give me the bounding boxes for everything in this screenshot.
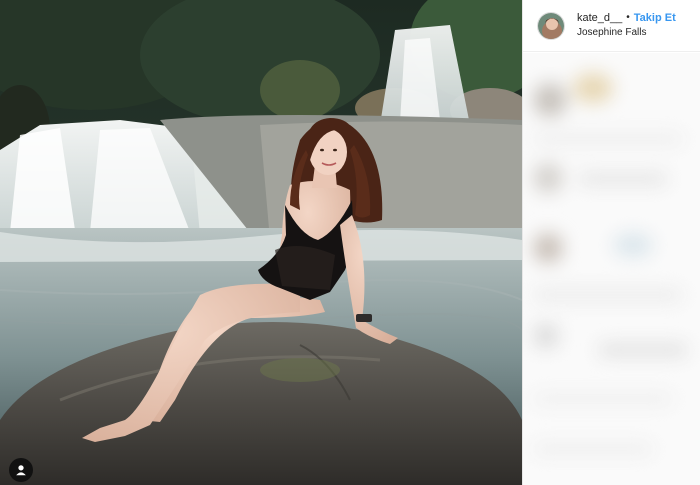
post-header: kate_d__ • Takip Et Josephine Falls bbox=[523, 0, 700, 52]
blurred-avatar bbox=[533, 83, 567, 117]
blurred-emoji bbox=[613, 233, 653, 257]
blurred-avatar bbox=[533, 323, 559, 349]
separator-dot: • bbox=[626, 12, 630, 23]
user-tag-icon bbox=[16, 465, 26, 476]
blur-layer bbox=[523, 53, 700, 485]
header-text: kate_d__ • Takip Et Josephine Falls bbox=[577, 11, 676, 40]
photo-image bbox=[0, 0, 522, 485]
blurred-comments-area bbox=[523, 53, 700, 485]
blurred-text bbox=[578, 173, 668, 185]
post-photo[interactable] bbox=[0, 0, 522, 485]
username-link[interactable]: kate_d__ bbox=[577, 11, 622, 25]
blurred-text bbox=[533, 133, 683, 145]
blurred-text bbox=[533, 443, 653, 455]
follow-button[interactable]: Takip Et bbox=[634, 11, 676, 25]
avatar-image bbox=[538, 12, 564, 39]
avatar[interactable] bbox=[537, 11, 565, 40]
blurred-emoji bbox=[573, 73, 613, 103]
blurred-avatar bbox=[533, 163, 563, 193]
post-side-panel: kate_d__ • Takip Et Josephine Falls bbox=[522, 0, 700, 485]
blurred-text bbox=[533, 288, 683, 302]
tagged-users-button[interactable] bbox=[9, 458, 33, 482]
location-link[interactable]: Josephine Falls bbox=[577, 26, 676, 40]
blurred-text bbox=[533, 393, 673, 405]
blurred-text bbox=[598, 343, 688, 357]
header-row: kate_d__ • Takip Et bbox=[577, 11, 676, 25]
blurred-avatar bbox=[533, 233, 563, 263]
